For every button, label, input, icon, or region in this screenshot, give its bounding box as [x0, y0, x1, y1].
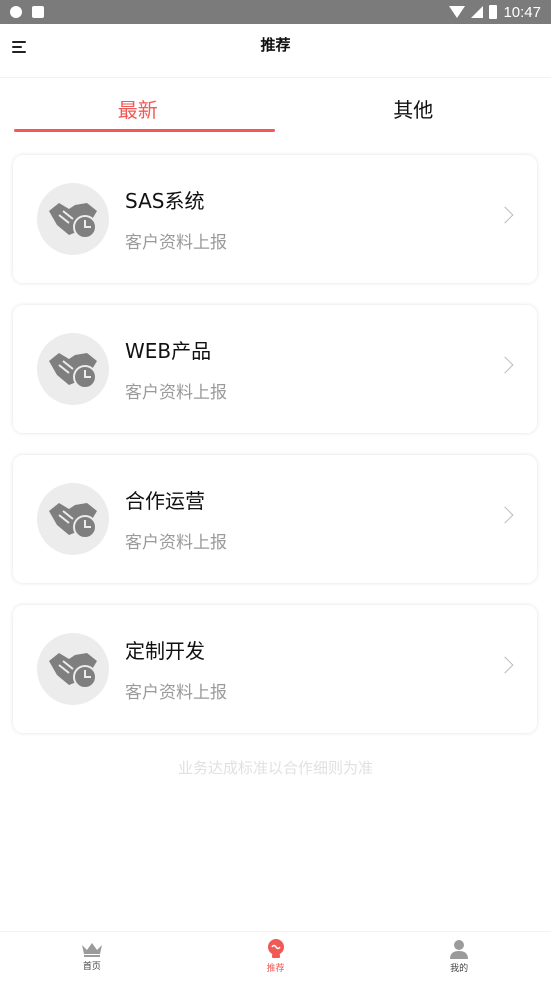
signal-icon [471, 6, 484, 18]
handshake-clock-icon [37, 633, 109, 705]
handshake-clock-icon [37, 333, 109, 405]
card-cooperation-operation[interactable]: 合作运营 客户资料上报 [13, 455, 537, 583]
card-list: SAS系统 客户资料上报 WEB产品 客户资料上报 合作运营 客户资料上报 定制… [13, 155, 537, 755]
card-title: 合作运营 [125, 489, 205, 513]
chevron-right-icon [496, 356, 514, 374]
nav-home[interactable]: 首页 [0, 932, 184, 981]
nav-mine-label: 我的 [450, 964, 469, 974]
status-left [10, 6, 44, 18]
card-web-product[interactable]: WEB产品 客户资料上报 [13, 305, 537, 433]
status-bar: 10:47 [0, 0, 551, 24]
card-subtitle: 客户资料上报 [125, 233, 227, 253]
card-custom-development[interactable]: 定制开发 客户资料上报 [13, 605, 537, 733]
person-icon [450, 940, 469, 959]
shield-icon [10, 6, 22, 18]
menu-icon[interactable] [12, 39, 30, 55]
a-icon [32, 6, 44, 18]
tab-latest[interactable]: 最新 [0, 82, 276, 134]
bottom-nav: 首页 推荐 我的 [0, 931, 551, 981]
tab-other[interactable]: 其他 [276, 82, 551, 134]
card-title: WEB产品 [125, 339, 212, 363]
wifi-icon [449, 6, 466, 18]
crown-icon [81, 943, 102, 957]
card-subtitle: 客户资料上报 [125, 533, 227, 553]
card-subtitle: 客户资料上报 [125, 683, 227, 703]
handshake-clock-icon [37, 183, 109, 255]
card-title: SAS系统 [125, 189, 205, 213]
handshake-clock-icon [37, 483, 109, 555]
card-title: 定制开发 [125, 639, 205, 663]
footer-note: 业务达成标准以合作细则为准 [177, 759, 373, 777]
chevron-right-icon [496, 656, 514, 674]
nav-recommend-label: 推荐 [266, 964, 285, 974]
lightbulb-icon [267, 939, 284, 958]
nav-mine[interactable]: 我的 [367, 932, 551, 981]
battery-icon [489, 5, 498, 19]
card-subtitle: 客户资料上报 [125, 383, 227, 403]
nav-home-label: 首页 [82, 962, 101, 972]
page-title: 推荐 [260, 36, 291, 54]
app-bar: 推荐 [0, 24, 551, 78]
tab-bar: 最新 其他 [0, 82, 551, 134]
chevron-right-icon [496, 206, 514, 224]
status-right: 10:47 [449, 4, 541, 21]
screen: 10:47 推荐 最新 其他 SAS系统 客户资料上报 WEB产品 客户资料上报… [0, 0, 551, 981]
status-time: 10:47 [503, 3, 541, 21]
chevron-right-icon [496, 506, 514, 524]
nav-recommend[interactable]: 推荐 [184, 932, 368, 981]
tab-underline [14, 129, 275, 132]
card-sas-system[interactable]: SAS系统 客户资料上报 [13, 155, 537, 283]
